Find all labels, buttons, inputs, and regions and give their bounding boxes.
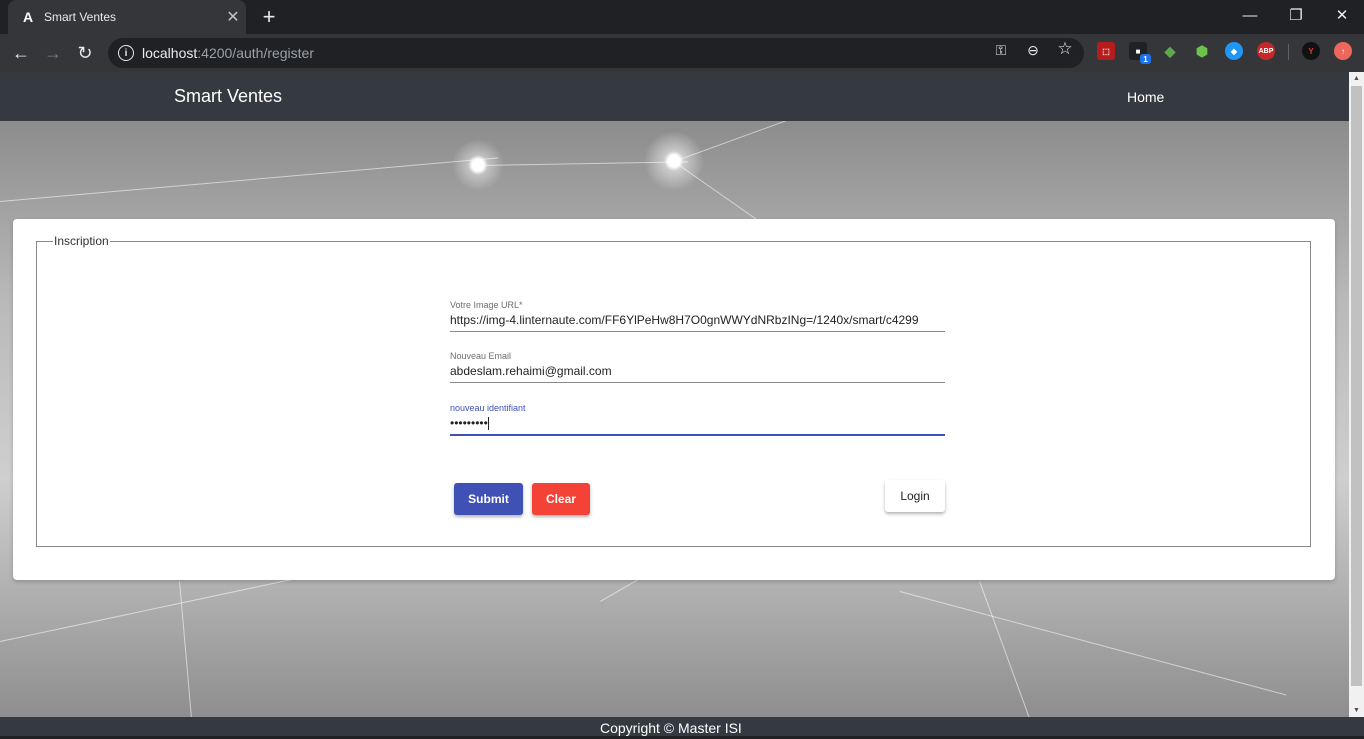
image-url-field[interactable]: Votre Image URL* https://img-4.linternau…	[450, 300, 945, 332]
identifier-label: nouveau identifiant	[450, 403, 526, 413]
image-url-label: Votre Image URL*	[450, 300, 523, 310]
email-field[interactable]: Nouveau Email abdeslam.rehaimi@gmail.com	[450, 351, 945, 383]
browser-tabstrip: A Smart Ventes ✕ + — ❐ ✕	[0, 0, 1364, 34]
image-url-underline	[450, 331, 945, 332]
navbar-brand[interactable]: Smart Ventes	[174, 86, 282, 107]
forward-icon[interactable]: →	[40, 40, 66, 66]
minimize-icon[interactable]: —	[1227, 0, 1273, 30]
key-icon[interactable]: ⚿	[990, 42, 1012, 59]
profile-avatar-icon[interactable]: Y	[1302, 42, 1320, 60]
url-path: :4200/auth/register	[197, 45, 315, 61]
drop-icon[interactable]: ◆	[1225, 42, 1243, 60]
form-legend: Inscription	[54, 234, 109, 248]
toolbar-divider	[1288, 44, 1289, 60]
close-window-icon[interactable]: ✕	[1319, 0, 1364, 30]
nav-home-link[interactable]: Home	[1127, 89, 1164, 105]
tab-title: Smart Ventes	[44, 10, 117, 24]
scroll-thumb[interactable]	[1351, 86, 1362, 686]
identifier-input[interactable]: •••••••••	[450, 416, 945, 431]
back-icon[interactable]: ←	[8, 40, 34, 66]
restore-icon[interactable]: ❐	[1273, 0, 1319, 30]
identifier-underline	[450, 434, 945, 437]
page-scrollbar[interactable]: ▲ ▼	[1349, 72, 1364, 717]
bookmark-star-icon[interactable]: ☆	[1054, 39, 1076, 59]
identifier-value: •••••••••	[450, 416, 488, 430]
browser-toolbar: ← → ↻ i localhost:4200/auth/register ⚿ ⊖…	[0, 34, 1364, 72]
email-underline	[450, 382, 945, 383]
address-bar[interactable]: i localhost:4200/auth/register	[108, 38, 1084, 68]
register-card: Inscription Votre Image URL* https://img…	[13, 219, 1335, 580]
site-info-icon[interactable]: i	[118, 45, 134, 61]
angular-icon: A	[22, 9, 34, 25]
login-button[interactable]: Login	[885, 480, 945, 512]
adblock-icon[interactable]: ABP	[1257, 42, 1275, 60]
new-tab-icon[interactable]: +	[256, 5, 282, 29]
submit-button[interactable]: Submit	[454, 483, 523, 515]
identifier-field[interactable]: nouveau identifiant •••••••••	[450, 403, 945, 437]
zoom-out-icon[interactable]: ⊖	[1022, 42, 1044, 59]
scroll-up-icon[interactable]: ▲	[1353, 75, 1360, 82]
browser-tab[interactable]: A Smart Ventes ✕	[8, 0, 246, 34]
puzzle-icon[interactable]: ◆	[1161, 42, 1179, 60]
text-caret	[487, 417, 489, 431]
node-icon[interactable]: ⬢	[1193, 42, 1211, 60]
email-input[interactable]: abdeslam.rehaimi@gmail.com	[450, 364, 945, 378]
extension-badge: 1	[1140, 54, 1151, 64]
scroll-down-icon[interactable]: ▼	[1353, 707, 1360, 714]
email-label: Nouveau Email	[450, 351, 512, 361]
clear-button[interactable]: Clear	[532, 483, 590, 515]
pdf-icon[interactable]: ⬚	[1097, 42, 1115, 60]
close-tab-icon[interactable]: ✕	[220, 7, 246, 27]
page-footer: Copyright © Master ISI	[0, 717, 1364, 736]
image-url-input[interactable]: https://img-4.linternaute.com/FF6YlPeHw8…	[450, 313, 945, 327]
reload-icon[interactable]: ↻	[72, 40, 98, 66]
update-icon[interactable]: ↑	[1334, 42, 1352, 60]
register-fieldset: Inscription Votre Image URL* https://img…	[36, 234, 1311, 547]
url-host: localhost	[142, 45, 198, 61]
app-navbar: Smart Ventes Home	[0, 72, 1349, 121]
